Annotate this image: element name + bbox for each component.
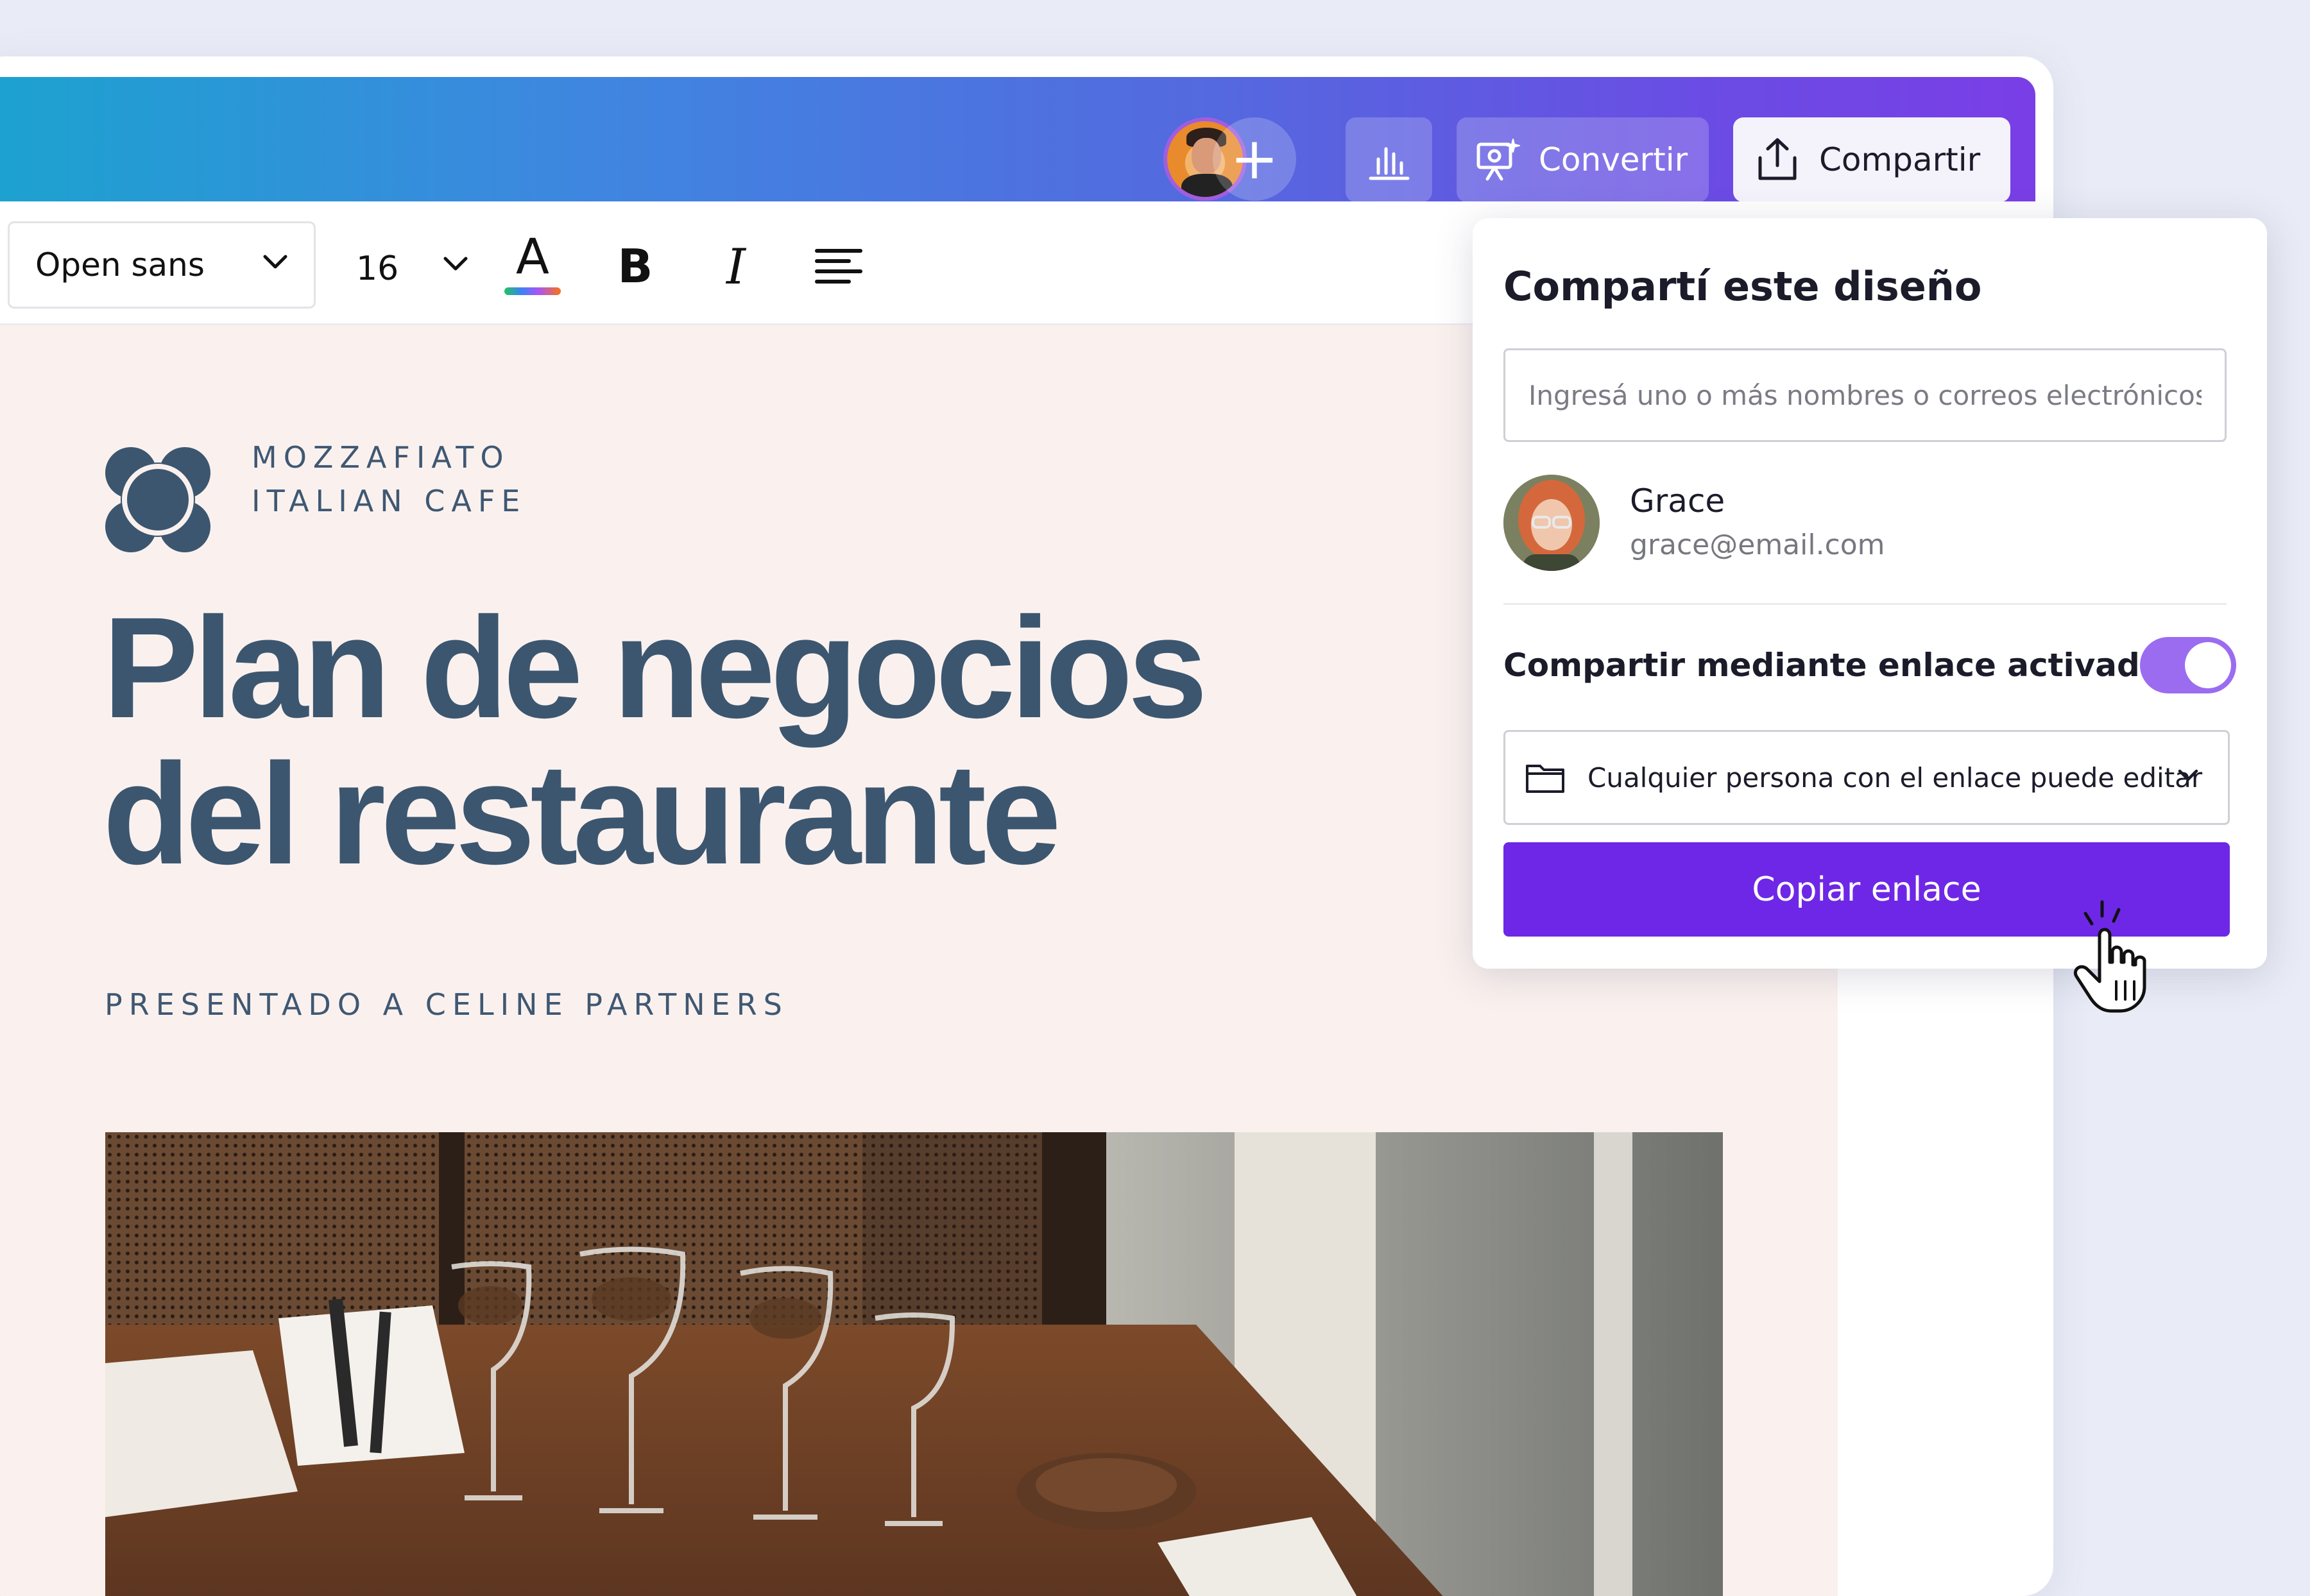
chevron-down-icon — [2178, 769, 2198, 781]
permission-select[interactable]: Cualquier persona con el enlace puede ed… — [1503, 730, 2230, 825]
restaurant-table-image — [105, 1132, 1723, 1596]
restaurant-photo[interactable] — [105, 1132, 1723, 1596]
bold-button[interactable]: B — [603, 231, 667, 301]
cafe-logo-icon — [105, 447, 210, 552]
align-left-icon — [815, 249, 862, 284]
font-family-select[interactable]: Open sans — [8, 221, 316, 309]
text-color-icon: A — [504, 231, 561, 295]
bar-chart-icon — [1369, 147, 1409, 180]
share-button[interactable]: Compartir — [1733, 117, 2010, 202]
convert-button[interactable]: Convertir — [1457, 117, 1709, 202]
bold-icon: B — [617, 239, 653, 293]
title-line-2: del restaurante — [103, 734, 1061, 894]
document-subtitle: PRESENTADO A CELINE PARTNERS — [105, 987, 789, 1022]
share-label: Compartir — [1819, 141, 1981, 178]
svg-text:A: A — [516, 231, 549, 285]
folder-icon — [1526, 765, 1564, 793]
align-button[interactable] — [807, 231, 871, 301]
italic-icon: I — [726, 237, 746, 295]
brand-name: MOZZAFIATO ITALIAN CAFE — [252, 436, 526, 523]
permission-value: Cualquier persona con el enlace puede ed… — [1587, 761, 2203, 794]
user-avatar — [1503, 475, 1600, 571]
document-title: Plan de negocios del restaurante — [103, 595, 1322, 887]
email-input[interactable] — [1503, 348, 2227, 442]
toggle-knob — [2185, 642, 2231, 688]
link-sharing-toggle[interactable] — [2140, 637, 2236, 693]
add-collaborator-button[interactable]: + — [1213, 117, 1296, 201]
brand-line-2: ITALIAN CAFE — [252, 484, 527, 518]
title-line-1: Plan de negocios — [103, 588, 1208, 748]
upload-icon — [1758, 138, 1797, 180]
chevron-down-icon — [263, 255, 287, 269]
text-color-button[interactable]: A — [501, 231, 565, 301]
share-panel-title: Compartí este diseño — [1503, 263, 1982, 310]
top-bar: + Convertir Compartir — [0, 77, 2035, 202]
divider — [1503, 603, 2227, 605]
hand-cursor-icon — [2074, 900, 2146, 1013]
insights-button[interactable] — [1346, 117, 1432, 202]
convert-label: Convertir — [1539, 141, 1688, 178]
user-name: Grace — [1630, 482, 1725, 520]
brand-line-1: MOZZAFIATO — [252, 440, 510, 475]
plus-icon: + — [1230, 125, 1279, 192]
convert-presentation-icon — [1476, 139, 1520, 181]
copy-link-label: Copiar enlace — [1752, 870, 1981, 909]
font-family-value: Open sans — [35, 246, 205, 284]
user-email: grace@email.com — [1630, 529, 1885, 561]
share-panel: Compartí este diseño Grace grace@email.c… — [1473, 218, 2267, 969]
italic-button[interactable]: I — [704, 231, 768, 301]
chevron-down-icon[interactable] — [441, 255, 470, 274]
link-sharing-label: Compartir mediante enlace activado — [1503, 647, 2162, 684]
font-size-value[interactable]: 16 — [356, 250, 398, 288]
